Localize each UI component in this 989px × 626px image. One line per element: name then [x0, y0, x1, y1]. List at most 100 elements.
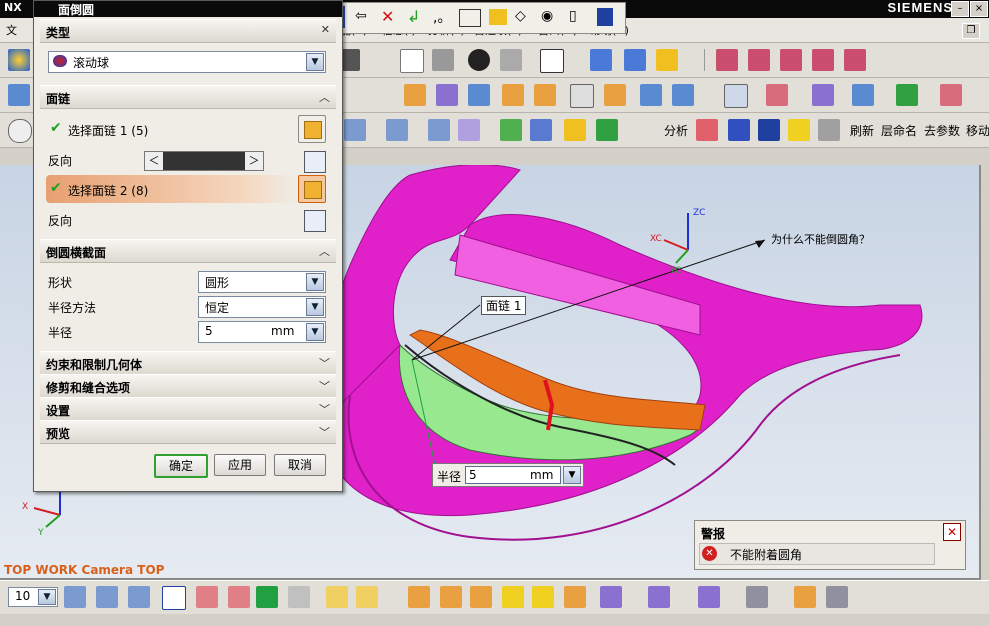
- radius-method-select[interactable]: 恒定 ▼: [198, 296, 326, 318]
- fillet-curve-icon[interactable]: [812, 49, 834, 71]
- radius-onscreen-dropdown[interactable]: ▼: [563, 466, 581, 484]
- chevron-down-icon[interactable]: ﹀: [319, 401, 330, 417]
- feature-icon[interactable]: [404, 84, 426, 106]
- copy-layer-icon[interactable]: [428, 119, 450, 141]
- arrow-left-icon[interactable]: ＜: [145, 152, 163, 170]
- wcs-icon[interactable]: [724, 84, 748, 108]
- section-type[interactable]: 类型 ✕: [40, 19, 336, 43]
- render-style-icon[interactable]: [468, 49, 490, 71]
- wcs-rotate-icon[interactable]: [256, 586, 278, 608]
- plane-icon[interactable]: [896, 84, 918, 106]
- section-settings[interactable]: 设置 ﹀: [40, 397, 336, 421]
- shade-icon[interactable]: [500, 49, 522, 71]
- select-icon[interactable]: [288, 586, 310, 608]
- delete-feature-icon[interactable]: [564, 586, 586, 608]
- box-icon[interactable]: [640, 84, 662, 106]
- select-chain-1-button[interactable]: [298, 115, 326, 143]
- radius-onscreen-field[interactable]: 5 mm: [465, 466, 561, 484]
- tube-icon[interactable]: [468, 84, 490, 106]
- keyboard-icon[interactable]: [459, 9, 481, 27]
- surface-icon[interactable]: [534, 84, 556, 106]
- analysis-label[interactable]: 分析: [664, 122, 688, 139]
- reorder-icon[interactable]: [470, 586, 492, 608]
- chevron-down-icon[interactable]: ▼: [306, 298, 324, 316]
- corner-icon[interactable]: [844, 49, 866, 71]
- cancel-icon[interactable]: ✕: [381, 7, 394, 26]
- background-icon[interactable]: [540, 49, 564, 73]
- section-face-chain[interactable]: 面链 ︿: [40, 85, 336, 109]
- measure-icon[interactable]: [570, 84, 594, 108]
- section-preview[interactable]: 预览 ﹀: [40, 420, 336, 444]
- expression-icon[interactable]: [648, 586, 670, 608]
- edit-feature-icon[interactable]: [408, 586, 430, 608]
- menu-file[interactable]: 文: [6, 22, 17, 38]
- move-label[interactable]: 移动: [966, 122, 989, 139]
- rename-layer-label[interactable]: 层命名: [881, 122, 917, 139]
- filter-icon[interactable]: [500, 119, 522, 141]
- angle-icon[interactable]: [356, 586, 378, 608]
- minimize-button[interactable]: –: [951, 1, 969, 17]
- sync-icon[interactable]: [698, 586, 720, 608]
- chevron-up-icon[interactable]: ︿: [319, 89, 330, 105]
- csys-icon[interactable]: [812, 84, 834, 106]
- view-right-icon[interactable]: [624, 49, 646, 71]
- snap-icon[interactable]: [8, 119, 32, 143]
- point-icon[interactable]: [766, 84, 788, 106]
- layer-category-icon[interactable]: [128, 586, 150, 608]
- grid-icon[interactable]: [696, 119, 718, 141]
- section-icon[interactable]: [728, 119, 750, 141]
- radius-input[interactable]: 5 mm ▼: [198, 321, 326, 343]
- shape-select[interactable]: 圆形 ▼: [198, 271, 326, 293]
- restore-button[interactable]: ❐: [962, 23, 980, 39]
- nc-icon[interactable]: [758, 119, 780, 141]
- ruler-icon[interactable]: [326, 586, 348, 608]
- array-icon[interactable]: [940, 84, 962, 106]
- move-feature-icon[interactable]: [440, 586, 462, 608]
- reverse-direction-icon-2[interactable]: [304, 210, 326, 232]
- section-trim[interactable]: 修剪和缝合选项 ﹀: [40, 374, 336, 398]
- gray-box-icon[interactable]: [826, 586, 848, 608]
- move-layer-icon[interactable]: [386, 119, 408, 141]
- wcs-absolute-icon[interactable]: [228, 586, 250, 608]
- cylinder-solid-icon[interactable]: [672, 84, 694, 106]
- datum-icon[interactable]: [852, 84, 874, 106]
- chevron-down-icon[interactable]: ﹀: [319, 355, 330, 371]
- close-window-button[interactable]: ×: [970, 1, 988, 17]
- section-constraints[interactable]: 约束和限制几何体 ﹀: [40, 351, 336, 375]
- intersect-icon[interactable]: [780, 49, 802, 71]
- view-front-icon[interactable]: [590, 49, 612, 71]
- collapse-icon[interactable]: ✕: [321, 23, 330, 36]
- select-chain-2-button[interactable]: [298, 175, 326, 203]
- blend-icon[interactable]: [604, 84, 626, 106]
- type-select[interactable]: 滚动球 ▼: [48, 51, 326, 73]
- select-chain-2-label[interactable]: 选择面链 2 (8): [68, 182, 148, 199]
- chevron-down-icon[interactable]: ▼: [38, 589, 56, 605]
- chevron-down-icon[interactable]: ﹀: [319, 424, 330, 440]
- chevron-down-icon[interactable]: ﹀: [319, 378, 330, 394]
- bell-icon[interactable]: [788, 119, 810, 141]
- arrow-right-icon[interactable]: ＞: [245, 152, 263, 170]
- reverse-direction-icon[interactable]: [304, 151, 326, 173]
- sheet-icon[interactable]: [564, 119, 586, 141]
- eraser-icon[interactable]: ◇: [515, 8, 526, 24]
- cancel-button[interactable]: 取消: [274, 454, 326, 476]
- point-snap-icon[interactable]: ,。: [433, 7, 451, 27]
- list-icon[interactable]: [597, 8, 613, 26]
- block-icon[interactable]: [502, 84, 524, 106]
- mouse-icon[interactable]: ▯: [569, 8, 577, 24]
- replace-icon[interactable]: [794, 586, 816, 608]
- start-icon[interactable]: [8, 49, 30, 71]
- wcs-origin-icon[interactable]: [196, 586, 218, 608]
- layer-icon[interactable]: [344, 119, 366, 141]
- curve-icon[interactable]: [716, 49, 738, 71]
- shape-studio-icon[interactable]: [746, 586, 768, 608]
- eye-icon[interactable]: ◉: [541, 8, 553, 24]
- layer-visible-icon[interactable]: [96, 586, 118, 608]
- chevron-down-icon[interactable]: ▼: [306, 53, 324, 71]
- wcs-orient-icon[interactable]: [162, 586, 186, 610]
- layer-settings-icon[interactable]: [64, 586, 86, 608]
- work-layer-select[interactable]: 10 ▼: [8, 587, 58, 607]
- select-chain-1-label[interactable]: 选择面链 1 (5): [68, 122, 148, 139]
- fit-view-icon[interactable]: [400, 49, 424, 73]
- tree-icon[interactable]: [596, 119, 618, 141]
